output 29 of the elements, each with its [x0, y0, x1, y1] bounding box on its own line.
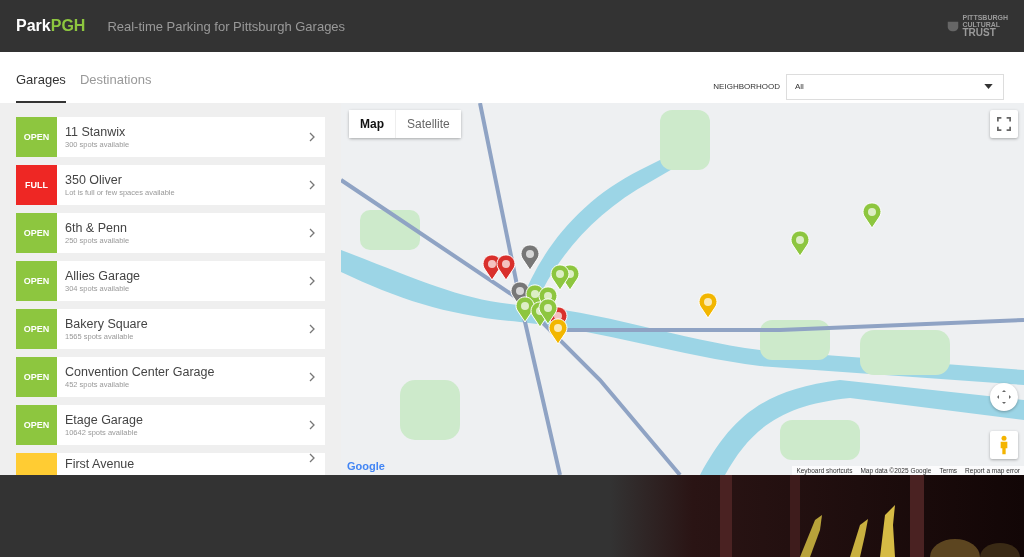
status-badge: OPEN — [16, 405, 57, 445]
chevron-icon — [309, 228, 315, 238]
chevron-icon — [309, 180, 315, 190]
garage-name: Convention Center Garage — [65, 365, 216, 379]
garage-name: Allies Garage — [65, 269, 142, 283]
status-badge: FULL — [16, 165, 57, 205]
status-badge: OPEN — [16, 117, 57, 157]
status-badge: OPEN — [16, 261, 57, 301]
tagline: Real-time Parking for Pittsburgh Garages — [107, 18, 346, 34]
chevron-icon — [309, 372, 315, 382]
status-badge: OPEN — [16, 213, 57, 253]
status-badge: OPEN — [16, 357, 57, 397]
garage-name: First Avenue — [65, 457, 136, 471]
chevron-icon — [309, 132, 315, 142]
caret-icon — [984, 84, 993, 89]
brand-logo[interactable]: ParkPGH — [16, 17, 86, 35]
garage-card[interactable]: First Avenue — [16, 453, 325, 475]
chevron-icon — [309, 420, 315, 430]
neighborhood-dropdown[interactable]: All — [786, 73, 1004, 100]
garage-name: 11 Stanwix — [65, 125, 127, 139]
garage-name: Etage Garage — [65, 413, 144, 427]
chevron-icon — [309, 453, 315, 463]
filter-label: NEIGHBORHOOD — [713, 82, 780, 91]
garage-name: 350 Oliver — [65, 173, 123, 187]
garage-name: 6th & Penn — [65, 221, 128, 235]
chevron-icon — [309, 324, 315, 334]
chevron-icon — [309, 276, 315, 286]
garage-name: Bakery Square — [65, 317, 149, 331]
status-badge: OPEN — [16, 309, 57, 349]
